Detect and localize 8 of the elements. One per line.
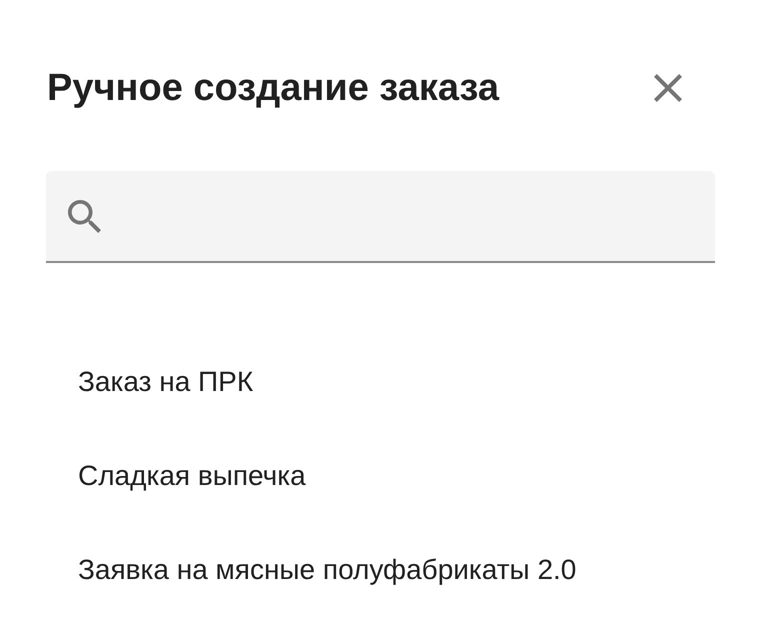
search-icon	[68, 200, 101, 232]
close-icon	[654, 74, 682, 102]
menu-item[interactable]: Заказ на ПРК	[78, 365, 254, 399]
search-field[interactable]	[46, 171, 715, 263]
close-button[interactable]	[654, 74, 682, 102]
menu-item[interactable]: Заявка на мясные полуфабрикаты 2.0	[78, 553, 576, 587]
dialog-title: Ручное создание заказа	[47, 66, 500, 111]
menu-item[interactable]: Сладкая выпечка	[78, 459, 306, 493]
